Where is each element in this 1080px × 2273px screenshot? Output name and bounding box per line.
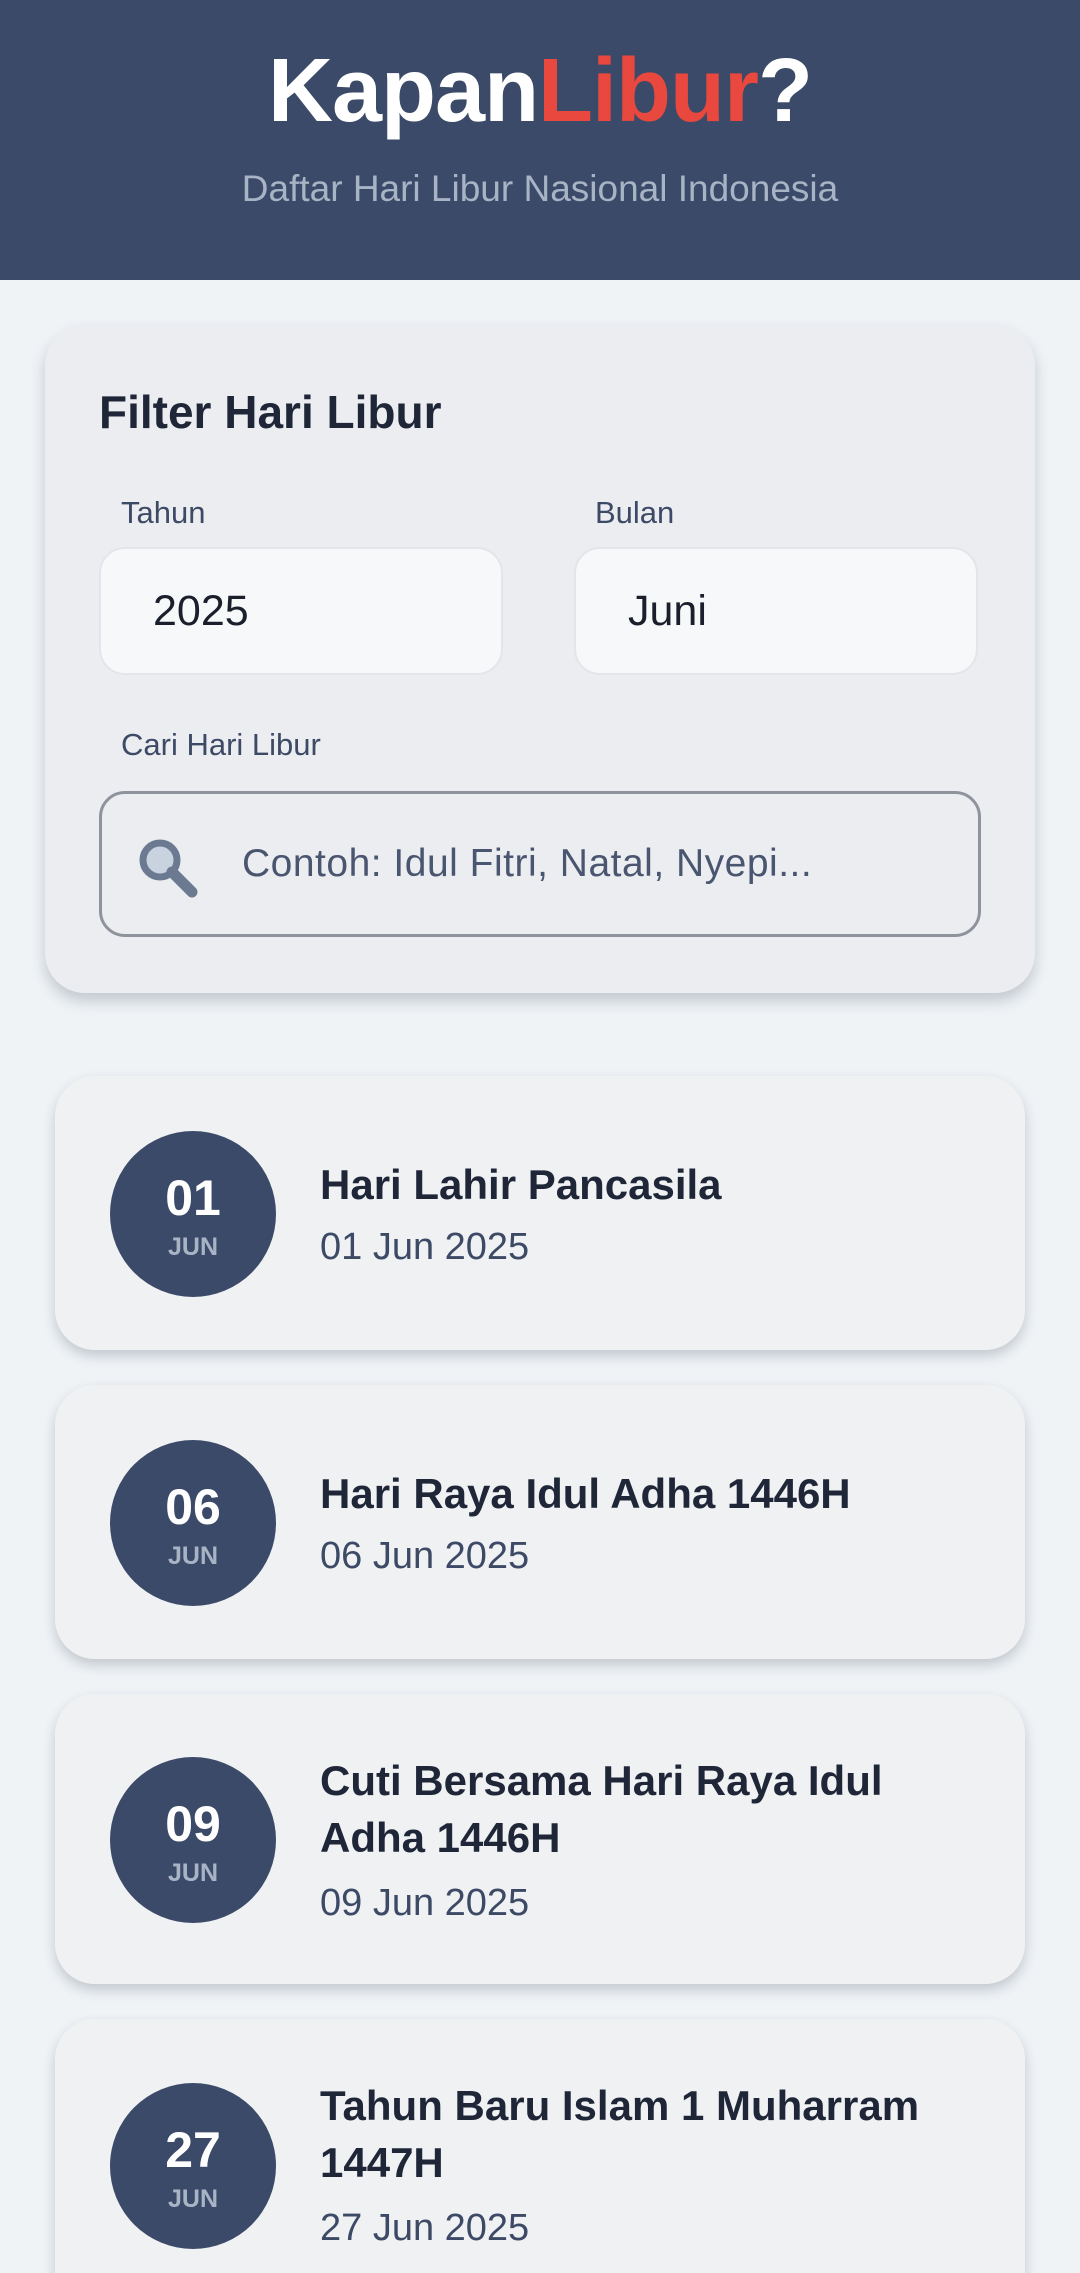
year-select[interactable]: 2025 (99, 547, 503, 675)
app-title-part3: ? (758, 41, 813, 141)
date-day: 27 (165, 2122, 221, 2178)
date-day: 01 (165, 1170, 221, 1226)
date-month: JUN (167, 1542, 218, 1570)
date-month: JUN (167, 2185, 218, 2213)
holiday-date: 27 Jun 2025 (320, 2207, 530, 2249)
holiday-name: Hari Raya Idul Adha 1446H (320, 1470, 851, 1517)
month-label: Bulan (595, 495, 675, 530)
search-icon (134, 834, 200, 900)
date-badge: 01 JUN (110, 1131, 276, 1297)
holiday-card[interactable]: 27 JUN Tahun Baru Islam 1 Muharram 1447H… (55, 2019, 1025, 2273)
app-title-part1: Kapan (267, 41, 539, 141)
app-header: KapanLibur? Daftar Hari Libur Nasional I… (0, 0, 1080, 280)
app-title: KapanLibur? (0, 40, 1080, 143)
date-badge: 09 JUN (110, 1757, 276, 1923)
holiday-name: Tahun Baru Islam 1 Muharram 1447H (320, 2082, 920, 2186)
holiday-card[interactable]: 01 JUN Hari Lahir Pancasila 01 Jun 2025 (55, 1076, 1025, 1350)
year-label: Tahun (121, 495, 206, 530)
holiday-date: 06 Jun 2025 (320, 1535, 530, 1577)
date-month: JUN (167, 1233, 218, 1261)
date-day: 09 (165, 1796, 221, 1852)
date-month: JUN (167, 1859, 218, 1887)
app-title-accent: Libur (538, 41, 759, 141)
holiday-date: 09 Jun 2025 (320, 1882, 530, 1924)
holiday-name: Cuti Bersama Hari Raya Idul Adha 1446H (320, 1757, 883, 1861)
search-label: Cari Hari Libur (121, 727, 321, 762)
date-day: 06 (165, 1479, 221, 1535)
search-input[interactable]: Contoh: Idul Fitri, Natal, Nyepi... (99, 791, 981, 937)
search-placeholder: Contoh: Idul Fitri, Natal, Nyepi... (242, 842, 813, 885)
date-badge: 27 JUN (110, 2083, 276, 2249)
date-badge: 06 JUN (110, 1440, 276, 1606)
holiday-name: Hari Lahir Pancasila (320, 1161, 722, 1208)
month-select[interactable]: Juni (574, 547, 978, 675)
holiday-card[interactable]: 09 JUN Cuti Bersama Hari Raya Idul Adha … (55, 1694, 1025, 1984)
filter-title: Filter Hari Libur (99, 386, 442, 438)
filter-card: Filter Hari Libur Tahun 2025 Bulan Juni … (45, 325, 1035, 993)
app-subtitle: Daftar Hari Libur Nasional Indonesia (241, 168, 839, 209)
holiday-card[interactable]: 06 JUN Hari Raya Idul Adha 1446H 06 Jun … (55, 1385, 1025, 1659)
holiday-date: 01 Jun 2025 (320, 1226, 530, 1268)
